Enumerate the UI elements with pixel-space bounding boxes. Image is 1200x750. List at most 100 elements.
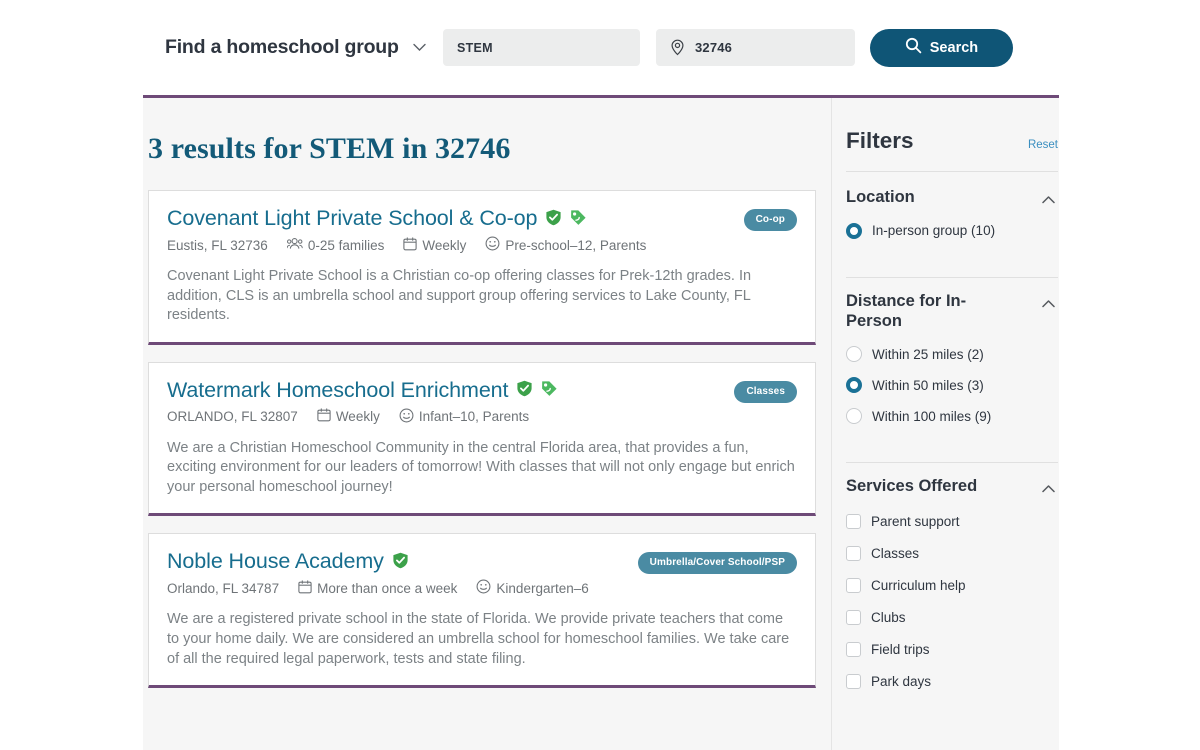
result-badge-icons	[516, 378, 558, 402]
location-input[interactable]: 32746	[655, 29, 855, 66]
result-card-header: Watermark Homeschool Enrichment Classes	[167, 378, 797, 403]
keyword-input-value: STEM	[456, 40, 493, 55]
result-meta-row: ORLANDO, FL 32807 Weekly Infant–10, Parent…	[167, 408, 797, 426]
reset-filters-link[interactable]: Reset	[1028, 139, 1058, 151]
result-meta-text: 0-25 families	[307, 237, 385, 253]
shield-check-icon	[392, 552, 409, 574]
result-meta-text: More than once a week	[317, 580, 458, 596]
result-title-link[interactable]: Watermark Homeschool Enrichment	[167, 378, 509, 403]
filter-group: Distance for In-Person Within 25 miles (2…	[846, 239, 1059, 425]
result-type-badge: Umbrella/Cover School/PSP	[637, 552, 797, 575]
filter-option[interactable]: Classes	[846, 546, 1059, 562]
filter-option-label: Within 100 miles (9)	[872, 408, 992, 424]
chevron-up-icon[interactable]	[1042, 477, 1055, 495]
radio-button[interactable]	[846, 377, 862, 394]
radio-button[interactable]	[846, 346, 862, 363]
chevron-up-icon[interactable]	[1042, 188, 1055, 206]
filters-title: Filters	[846, 128, 914, 153]
filters-header: Filters Reset	[846, 128, 1059, 154]
filter-option[interactable]: In-person group (10)	[846, 222, 1059, 239]
page-container: Find a homeschool group STEM 32746 Searc…	[143, 0, 1059, 750]
filter-groups: Location In-person group (10) Distance for…	[846, 172, 1059, 690]
smiley-icon	[485, 236, 500, 254]
result-meta-text: Weekly	[422, 237, 467, 253]
filter-group: Services Offered Parent support Classes Cur…	[846, 424, 1059, 690]
result-title-link[interactable]: Noble House Academy	[167, 549, 384, 574]
result-title-wrap: Covenant Light Private School & Co-op	[167, 206, 744, 231]
filter-option-label: Within 50 miles (3)	[872, 377, 984, 393]
filter-option-label: Parent support	[871, 514, 960, 530]
checkbox[interactable]	[846, 514, 861, 530]
checkbox[interactable]	[846, 610, 861, 626]
result-meta-text: Infant–10, Parents	[418, 409, 530, 425]
radio-button[interactable]	[846, 408, 862, 425]
filter-group-title: Location	[846, 188, 915, 206]
result-meta-text: Pre-school–12, Parents	[505, 237, 647, 253]
calendar-icon	[403, 236, 417, 254]
chevron-up-icon[interactable]	[1042, 292, 1055, 310]
result-type-badge: Co-op	[743, 209, 797, 231]
chevron-down-icon	[413, 39, 426, 56]
filter-option[interactable]: Curriculum help	[846, 578, 1059, 594]
calendar-icon	[317, 408, 331, 425]
filter-option-label: Within 25 miles (2)	[872, 346, 984, 362]
filter-option[interactable]: Within 50 miles (3)	[846, 377, 1059, 394]
result-title-wrap: Noble House Academy	[167, 549, 638, 574]
result-meta-item: Eustis, FL 32736	[167, 238, 268, 253]
filter-option-label: Curriculum help	[871, 578, 966, 594]
tag-icon	[540, 380, 558, 402]
result-type-badge: Classes	[734, 380, 797, 403]
checkbox[interactable]	[846, 546, 861, 562]
filter-group-divider	[846, 276, 1058, 278]
location-input-value: 32746	[694, 40, 733, 55]
content-area: 3 results for STEM in 32746 Covenant Lig…	[143, 98, 1059, 750]
result-meta-item: Pre-school–12, Parents	[485, 236, 646, 254]
result-title-wrap: Watermark Homeschool Enrichment	[167, 378, 734, 403]
result-card: Covenant Light Private School & Co-op Co-…	[148, 190, 816, 345]
result-meta-row: Orlando, FL 34787 More than once a week Ki…	[167, 579, 797, 597]
filter-option[interactable]: Within 100 miles (9)	[846, 408, 1059, 425]
users-icon	[286, 237, 303, 253]
checkbox[interactable]	[846, 578, 861, 594]
tag-icon	[569, 209, 587, 231]
shield-check-icon	[516, 380, 533, 402]
filter-option[interactable]: Park days	[846, 674, 1059, 690]
result-description: We are a registered private school in th…	[167, 611, 790, 667]
filter-option-label: In-person group (10)	[872, 223, 996, 239]
filter-option[interactable]: Within 25 miles (2)	[846, 346, 1059, 363]
result-meta-row: Eustis, FL 32736 0-25 families Weekly Pre-s…	[167, 236, 797, 254]
result-card-header: Noble House Academy Umbrella/Cover School…	[167, 549, 797, 575]
result-meta-text: Orlando, FL 34787	[167, 580, 280, 596]
result-description: We are a Christian Homeschool Community …	[167, 439, 795, 495]
result-card: Watermark Homeschool Enrichment Classes OR…	[148, 361, 816, 517]
filter-group-header[interactable]: Distance for In-Person	[846, 292, 1059, 332]
result-title-link[interactable]: Covenant Light Private School & Co-op	[167, 206, 537, 231]
filter-option[interactable]: Field trips	[846, 642, 1059, 658]
filter-group: Location In-person group (10)	[846, 172, 1059, 239]
filter-option-label: Clubs	[871, 610, 906, 626]
smiley-icon	[399, 408, 414, 426]
result-meta-item: ORLANDO, FL 32807	[167, 409, 298, 424]
search-button[interactable]: Search	[869, 28, 1013, 67]
result-meta-item: More than once a week	[298, 580, 457, 597]
result-badge-icons	[392, 550, 409, 574]
checkbox[interactable]	[846, 642, 861, 658]
group-type-dropdown[interactable]: Find a homeschool group	[165, 36, 426, 59]
results-column: 3 results for STEM in 32746 Covenant Lig…	[143, 98, 831, 705]
filter-option-label: Classes	[871, 546, 920, 562]
keyword-input[interactable]: STEM	[442, 29, 640, 66]
radio-button[interactable]	[846, 222, 862, 239]
checkbox[interactable]	[846, 674, 861, 690]
filter-option[interactable]: Parent support	[846, 514, 1059, 530]
filter-group-title: Services Offered	[846, 477, 978, 496]
search-icon	[905, 37, 922, 58]
search-button-label: Search	[929, 39, 979, 56]
filter-group-header[interactable]: Location	[846, 188, 1059, 208]
results-list: Covenant Light Private School & Co-op Co-…	[143, 190, 831, 689]
result-description: Covenant Light Private School is a Chris…	[167, 268, 752, 324]
filter-group-title: Distance for In-Person	[846, 291, 967, 330]
result-meta-item: Weekly	[317, 408, 380, 425]
group-type-dropdown-label: Find a homeschool group	[165, 36, 399, 58]
filter-group-header[interactable]: Services Offered	[846, 477, 1059, 497]
filter-option[interactable]: Clubs	[846, 610, 1059, 626]
